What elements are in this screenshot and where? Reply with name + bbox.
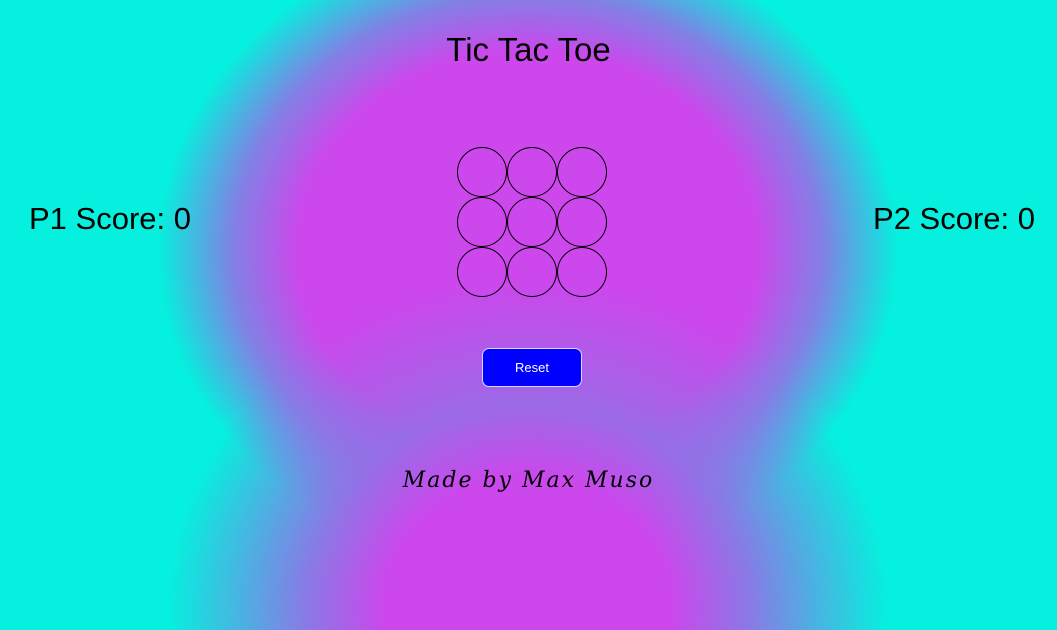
board-cell-9[interactable] [557, 247, 607, 297]
author-credit: Made by Max Muso [402, 468, 655, 493]
board-cell-7[interactable] [457, 247, 507, 297]
board-cell-8[interactable] [507, 247, 557, 297]
page-title: Tic Tac Toe [446, 31, 611, 68]
board-cell-6[interactable] [557, 197, 607, 247]
board-cell-5[interactable] [507, 197, 557, 247]
board-cell-1[interactable] [457, 147, 507, 197]
p1-score: P1 Score: 0 [29, 201, 191, 236]
reset-button[interactable]: Reset [482, 348, 582, 387]
game-board [457, 147, 609, 299]
board-cell-2[interactable] [507, 147, 557, 197]
p2-score: P2 Score: 0 [873, 201, 1035, 236]
board-cell-3[interactable] [557, 147, 607, 197]
board-cell-4[interactable] [457, 197, 507, 247]
